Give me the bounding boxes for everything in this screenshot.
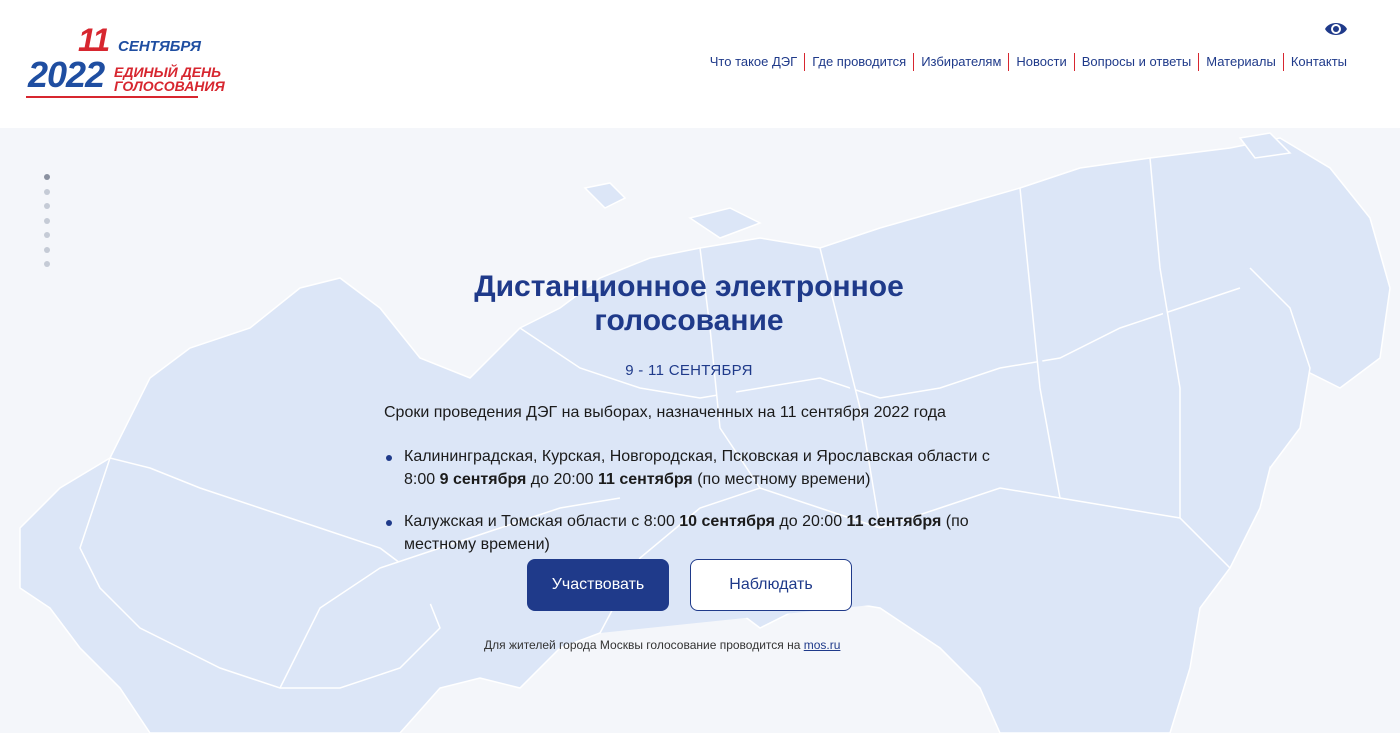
nav-item-faq[interactable]: Вопросы и ответы: [1073, 53, 1198, 71]
footnote-text: Для жителей города Москвы голосование пр…: [484, 638, 804, 652]
schedule-list: Калининградская, Курская, Новгородская, …: [384, 445, 1004, 556]
nav-item-news[interactable]: Новости: [1008, 53, 1073, 71]
mos-ru-link[interactable]: mos.ru: [804, 638, 841, 652]
moscow-footnote: Для жителей города Москвы голосование пр…: [484, 638, 840, 652]
nav-item-materials[interactable]: Материалы: [1198, 53, 1283, 71]
nav-item-what-is-deg[interactable]: Что такое ДЭГ: [703, 53, 804, 71]
schedule-item-text: до 20:00: [526, 471, 598, 488]
intro-text: Сроки проведения ДЭГ на выборах, назначе…: [384, 404, 946, 421]
schedule-item-text: до 20:00: [774, 513, 847, 530]
eye-icon[interactable]: [1324, 19, 1348, 39]
main-nav: Что такое ДЭГ Где проводится Избирателям…: [703, 53, 1354, 71]
event-dates: 9 - 11 СЕНТЯБРЯ: [625, 362, 753, 379]
logo-year: 2022: [28, 54, 105, 95]
logo-line2: ГОЛОСОВАНИЯ: [114, 78, 225, 94]
nav-item-contacts[interactable]: Контакты: [1282, 53, 1354, 71]
logo-underline: [26, 96, 198, 98]
slider-dot-6[interactable]: [44, 246, 50, 253]
slider-dot-5[interactable]: [44, 232, 50, 238]
schedule-item-end-date: 11 сентября: [597, 471, 693, 488]
schedule-item-text: (по местному времени): [692, 471, 871, 488]
slider-dot-2[interactable]: [44, 188, 50, 195]
schedule-item: Калужская и Томская области с 8:00 10 се…: [384, 510, 1004, 556]
site-header: 11 СЕНТЯБРЯ 2022 ЕДИНЫЙ ДЕНЬ ГОЛОСОВАНИЯ…: [0, 0, 1400, 128]
logo-month: СЕНТЯБРЯ: [118, 38, 201, 55]
nav-item-voters[interactable]: Избирателям: [913, 53, 1008, 71]
slider-dot-7[interactable]: [44, 261, 50, 267]
schedule-item-end-date: 11 сентября: [846, 513, 942, 530]
slider-dot-4[interactable]: [44, 217, 50, 224]
schedule-item-start-date: 10 сентября: [679, 513, 775, 530]
nav-item-where[interactable]: Где проводится: [804, 53, 913, 71]
slider-dot-1[interactable]: [44, 174, 50, 180]
slider-dot-3[interactable]: [44, 203, 50, 209]
observe-button[interactable]: Наблюдать: [690, 559, 852, 611]
hero-content: Дистанционное электронное голосование 9 …: [384, 270, 1004, 575]
participate-button[interactable]: Участвовать: [527, 559, 669, 611]
page-title: Дистанционное электронное голосование: [474, 270, 904, 337]
logo[interactable]: 11 СЕНТЯБРЯ 2022 ЕДИНЫЙ ДЕНЬ ГОЛОСОВАНИЯ: [24, 22, 225, 100]
schedule-item-text: Калужская и Томская области с 8:00: [404, 513, 680, 530]
schedule-item: Калининградская, Курская, Новгородская, …: [384, 445, 1004, 491]
schedule-item-start-date: 9 сентября: [439, 471, 527, 488]
slider-dots-overlay: [44, 174, 50, 276]
